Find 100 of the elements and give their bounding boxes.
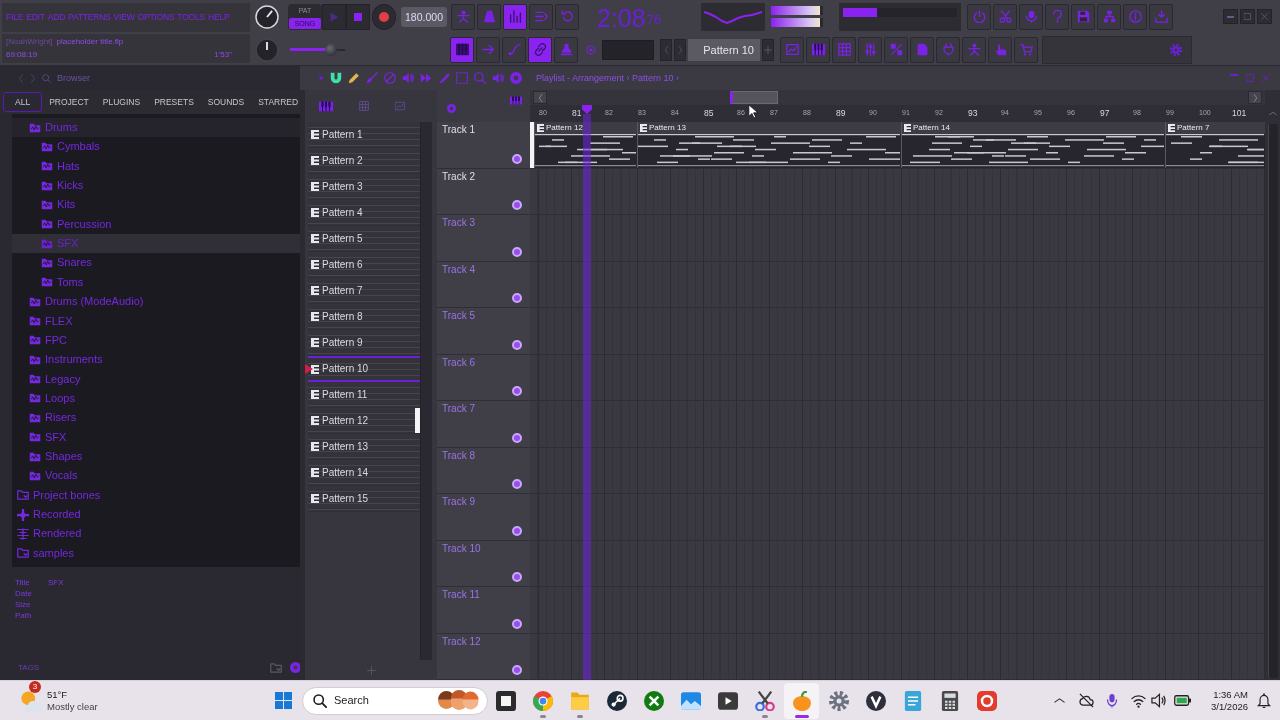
chart-box-icon[interactable] [395,101,405,111]
play-button[interactable] [322,3,346,30]
browser-tree-item[interactable]: Kits [12,195,300,215]
toolbar-button[interactable] [1149,3,1173,30]
volume-knob[interactable] [255,4,279,29]
pitch-knob[interactable] [255,37,279,62]
browser-tree-item[interactable]: Cymbals [12,137,300,157]
toolbar-button[interactable] [1014,36,1038,63]
track-enable-button[interactable] [512,618,522,629]
tempo-field[interactable]: 180.000 [401,6,447,27]
magnifier-icon[interactable] [42,73,51,83]
browser-tree-item[interactable]: FLEX [12,311,300,331]
battery-icon[interactable] [1174,695,1191,706]
scrollbar-track[interactable] [420,122,432,660]
track-enable-button[interactable] [512,153,522,164]
menu-item[interactable]: VIEW [113,13,135,22]
browser-tree-item[interactable]: Legacy [12,369,300,389]
track-enable-button[interactable] [512,432,522,443]
toolbar-button[interactable] [988,36,1012,63]
minimize-button[interactable] [1223,9,1238,24]
toolbar-button[interactable] [555,3,579,30]
menu-item[interactable]: EDIT [26,13,45,22]
magnifier-icon[interactable] [474,72,486,84]
browser-tree-item[interactable]: Vocals [12,466,300,486]
browser-tab[interactable]: PRESETS [147,91,201,113]
close-button[interactable] [1257,9,1272,24]
pattern-clip[interactable]: Pattern 7 [1165,122,1265,168]
toolbar-button[interactable] [1045,3,1069,30]
menu-item[interactable]: TOOLS [177,13,206,22]
dashed-square-icon[interactable] [456,72,468,84]
toolbar-button[interactable] [477,3,501,30]
track-enable-button[interactable] [512,572,522,582]
browser-tree-item[interactable]: SFX [12,427,300,447]
fast-forward-icon[interactable] [420,72,432,84]
volume-icon[interactable] [1151,693,1166,708]
toolbar-button[interactable] [1019,3,1043,30]
toolbar-button[interactable] [832,36,856,63]
browser-tree-item[interactable]: Snares [12,253,300,273]
toolbar-button[interactable] [936,36,960,63]
pencil-icon[interactable] [348,72,360,84]
toolbar-button[interactable] [528,36,552,63]
speaker-icon[interactable] [402,72,414,84]
track-enable-button[interactable] [512,339,522,350]
stop-button[interactable] [346,3,370,30]
browser-tab[interactable]: STARRED [251,91,300,113]
scrollbar-thumb[interactable] [730,91,778,104]
toolbar-button[interactable] [529,3,553,30]
toolbar-button[interactable] [962,36,986,63]
wifi-icon[interactable] [1131,693,1146,708]
cloud-slash-icon[interactable] [1079,693,1094,708]
ban-icon[interactable] [384,72,396,84]
browser-tree-item[interactable]: Drums [12,118,300,138]
brush-icon[interactable] [366,72,378,84]
toolbar-button[interactable] [451,3,475,30]
scroll-left-button[interactable] [533,91,547,104]
browser-tree-item[interactable]: FPC [12,330,300,351]
browser-tree-item[interactable]: Risers [12,408,300,428]
grid-icon[interactable] [359,101,369,111]
pattern-clip[interactable]: Pattern 13 [637,122,901,168]
browser-tab[interactable]: PLUGINS [95,91,148,113]
maximize-icon[interactable] [1246,74,1254,82]
browser-tree-item[interactable]: Loops [12,388,300,409]
browser-tree-item[interactable]: Drums (ModeAudio) [12,292,300,312]
piano-keys-icon[interactable] [319,100,333,112]
knife-icon[interactable] [438,72,450,84]
pattern-list-item[interactable]: Pattern 10 [308,356,420,382]
track-enable-button[interactable] [512,525,522,536]
toolbar-button[interactable] [910,36,934,63]
toolbar-button[interactable] [502,36,526,63]
pitch-slider[interactable] [290,43,345,56]
menu-item[interactable]: HELP [208,13,230,22]
menu-item[interactable]: FILE [6,13,24,22]
scroll-right-button[interactable] [1248,91,1262,104]
browser-tree-item[interactable]: Percussion [12,214,300,235]
browser-tab[interactable]: ALL [3,91,43,113]
browser-tree-item[interactable]: SFX [12,234,300,254]
speaker-icon[interactable] [492,72,504,84]
menu-item[interactable]: OPTIONS [137,13,175,22]
chevron-up-icon[interactable] [1054,697,1065,704]
browser-tree-item[interactable]: Recorded [12,504,300,525]
browser-tree-item[interactable]: Kicks [12,176,300,196]
close-icon[interactable] [1262,74,1270,82]
toolbar-button[interactable] [554,36,578,63]
pattern-selector[interactable]: Pattern 10 [688,38,760,61]
track-enable-button[interactable] [512,479,522,489]
toolbar-button[interactable] [1123,3,1147,30]
add-button[interactable] [762,38,774,61]
browser-tree-item[interactable]: Shapes [12,446,300,467]
pattern-clip[interactable]: Pattern 14 [901,122,1165,168]
toolbar-button[interactable] [503,3,527,30]
dropdown-field[interactable] [602,39,654,60]
plus-icon[interactable] [366,665,376,675]
circle-dot-icon[interactable] [447,104,456,113]
track-enable-button[interactable] [512,386,522,396]
caret-icon[interactable] [318,75,324,81]
browser-tree-item[interactable]: Rendered [12,524,300,544]
browser-tree-item[interactable]: Toms [12,272,300,293]
browser-tree-item[interactable]: Project bones [12,485,300,505]
microphone-icon[interactable] [1106,693,1118,708]
sun-cloud-icon[interactable] [20,689,42,712]
